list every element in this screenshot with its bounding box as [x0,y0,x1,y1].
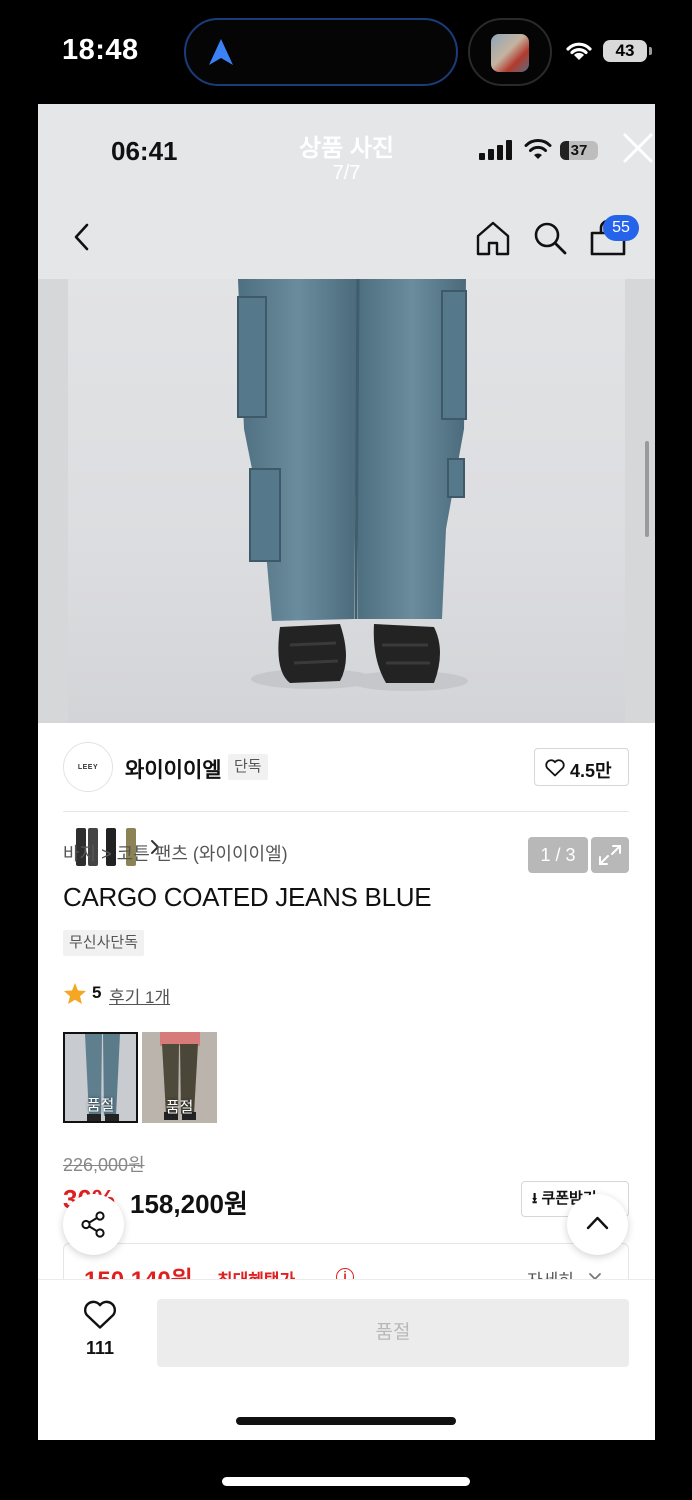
bottom-action-bar: 111 품절 [38,1280,655,1440]
photo-viewer-header: 06:41 상품 사진 7/7 37 55 [38,104,655,279]
breadcrumb[interactable]: 바지 > 코튼 팬츠 (와이이이엘) [63,840,288,866]
photo-background [68,278,625,723]
variant-option[interactable]: 품절 [142,1032,217,1123]
sale-price: 158,200원 [130,1189,248,1219]
soldout-button[interactable]: 품절 [157,1299,629,1367]
brand-logo[interactable]: LEEY [63,742,113,792]
outer-status-bar: 18:48 43 [0,0,692,104]
search-icon[interactable] [532,220,568,256]
variant-option[interactable]: 품절 [63,1032,138,1123]
brand-exclusive-tag: 단독 [228,754,268,780]
inner-wifi-icon [524,139,552,159]
expand-button[interactable] [591,837,629,873]
exclusive-badge: 무신사단독 [63,930,145,956]
brand-like-count: 4.5만 [570,761,612,781]
dynamic-island-media[interactable] [468,18,552,86]
variant-soldout-label: 품절 [165,1099,194,1116]
product-title: CARGO COATED JEANS BLUE [63,882,432,912]
share-button[interactable] [63,1194,124,1255]
product-like-button[interactable]: 111 [78,1300,122,1360]
back-arrow-icon[interactable] [70,222,94,252]
review-link[interactable]: 후기 1개 [109,983,170,1008]
viewer-counter: 7/7 [332,162,361,184]
scroll-indicator [645,441,649,537]
inner-battery-icon: 37 [560,141,598,160]
scroll-top-button[interactable] [567,1194,628,1255]
home-indicator[interactable] [222,1477,470,1486]
wifi-icon [566,42,592,60]
cart-count-badge: 55 [603,215,639,241]
battery-icon: 43 [603,40,652,62]
rating-value: 5 [92,983,102,1002]
expand-icon [599,845,621,865]
signal-icon [479,140,512,160]
heart-icon [545,759,565,777]
inner-home-indicator [236,1417,456,1425]
pants-illustration [237,278,468,691]
product-like-count: 111 [85,1338,115,1358]
download-icon: ⭳ [532,1190,538,1207]
share-icon [81,1211,105,1238]
home-icon[interactable] [475,220,511,256]
photo-page-indicator: 1 / 3 [528,837,588,873]
outer-time: 18:48 [62,34,139,66]
product-screenshot: 06:41 상품 사진 7/7 37 55 1 / 3 LEEY 와이이이엘 단… [38,104,655,1440]
variant-soldout-label: 품절 [86,1097,115,1114]
heart-icon [84,1300,116,1329]
product-photo[interactable]: 1 / 3 [38,278,655,873]
original-price: 226,000원 [63,1155,145,1175]
star-icon [64,983,86,1004]
navigation-arrow-icon [209,39,233,65]
dynamic-island-navigation[interactable] [184,18,458,86]
divider [63,811,629,812]
brand-name[interactable]: 와이이이엘 [125,754,222,784]
chevron-up-icon [586,1216,609,1230]
media-thumbnail [491,34,529,72]
close-icon[interactable] [622,132,654,164]
brand-like-button[interactable]: 4.5만 [534,748,629,786]
